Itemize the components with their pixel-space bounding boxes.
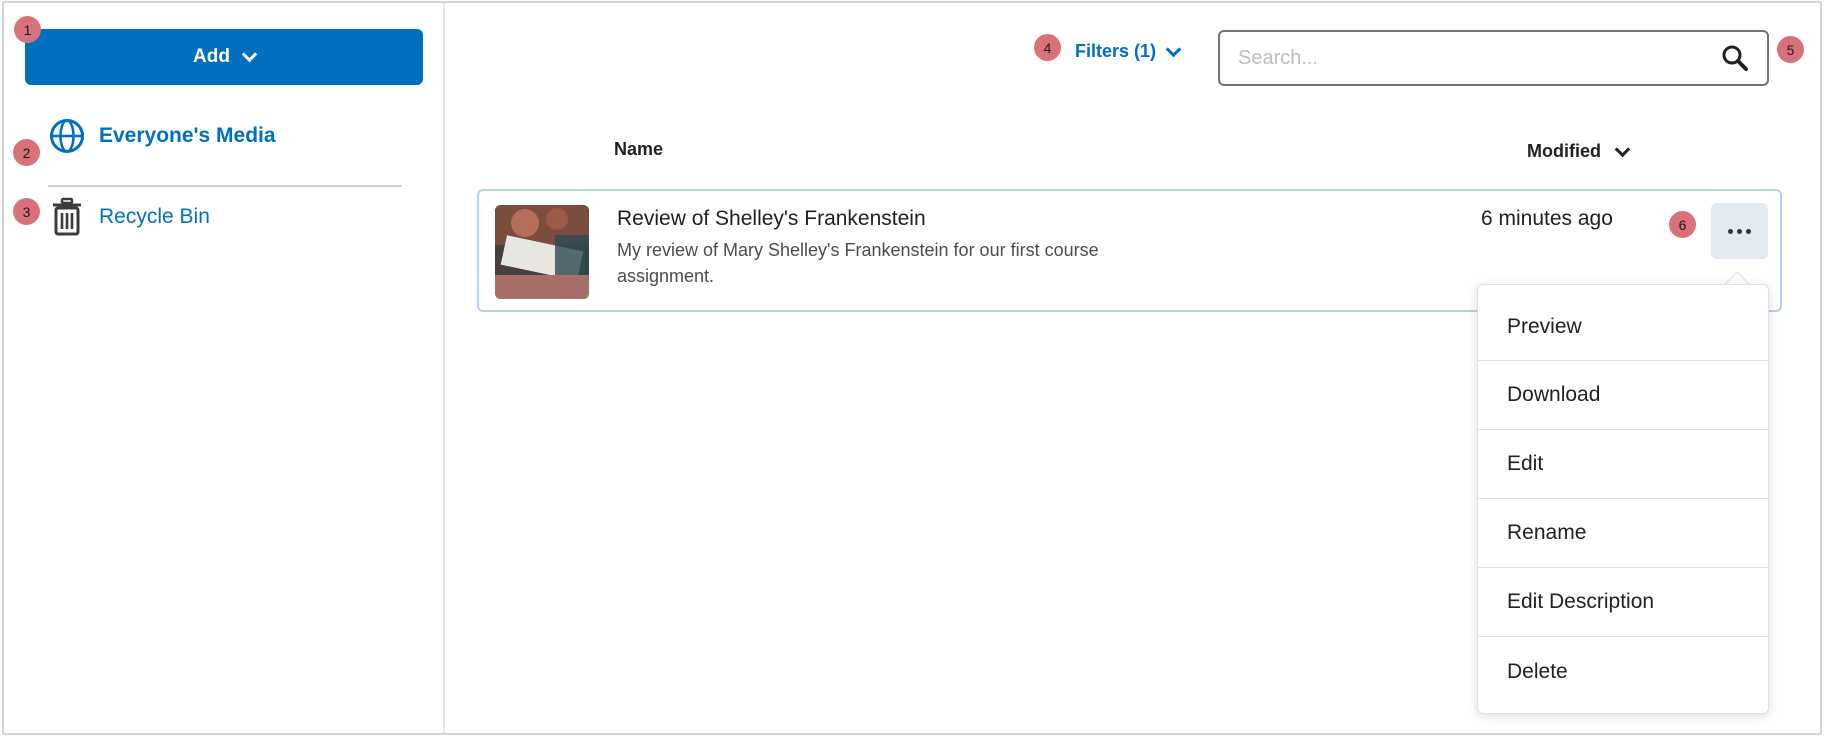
media-title[interactable]: Review of Shelley's Frankenstein xyxy=(617,207,926,231)
search-input[interactable] xyxy=(1238,46,1721,70)
sidebar-item-label: Recycle Bin xyxy=(99,205,210,228)
media-modified: 6 minutes ago xyxy=(1481,207,1613,230)
globe-icon xyxy=(50,119,84,153)
menu-item-rename[interactable]: Rename xyxy=(1478,499,1768,568)
sidebar-item-label: Everyone's Media xyxy=(99,124,276,147)
app-frame: Add Everyone's Media Recycle Bin Filters… xyxy=(2,1,1822,735)
callout-badge: 6 xyxy=(1669,211,1696,238)
search-icon[interactable] xyxy=(1721,44,1749,72)
filters-button[interactable]: Filters (1) xyxy=(1075,41,1182,62)
ellipsis-icon xyxy=(1728,228,1733,234)
trash-icon xyxy=(53,197,81,236)
column-header-modified[interactable]: Modified xyxy=(1527,141,1631,162)
context-menu: Preview Download Edit Rename Edit Descri… xyxy=(1477,284,1769,714)
menu-item-delete[interactable]: Delete xyxy=(1478,637,1768,706)
chevron-down-icon xyxy=(1165,41,1182,57)
callout-badge: 1 xyxy=(14,16,41,43)
media-description: My review of Mary Shelley's Frankenstein… xyxy=(617,240,1099,286)
sidebar-divider xyxy=(48,185,402,187)
filters-label: Filters (1) xyxy=(1075,41,1157,61)
menu-item-edit-description[interactable]: Edit Description xyxy=(1478,568,1768,637)
column-header-name[interactable]: Name xyxy=(614,139,663,160)
column-header-modified-label: Modified xyxy=(1527,141,1601,161)
chevron-down-icon xyxy=(1614,141,1631,157)
menu-item-edit[interactable]: Edit xyxy=(1478,430,1768,499)
sidebar: Add Everyone's Media Recycle Bin xyxy=(4,3,445,733)
callout-badge: 5 xyxy=(1777,36,1804,63)
sidebar-item-everyones-media[interactable]: Everyone's Media xyxy=(49,118,276,154)
chevron-down-icon xyxy=(241,46,258,63)
menu-item-preview[interactable]: Preview xyxy=(1478,293,1768,361)
search-box xyxy=(1218,30,1769,86)
more-options-button[interactable] xyxy=(1711,203,1768,259)
menu-item-download[interactable]: Download xyxy=(1478,361,1768,430)
callout-badge: 4 xyxy=(1034,34,1061,61)
sidebar-item-recycle-bin[interactable]: Recycle Bin xyxy=(49,197,210,237)
callout-badge: 2 xyxy=(13,139,40,166)
media-thumbnail xyxy=(495,205,589,299)
add-button[interactable]: Add xyxy=(25,29,423,85)
add-button-label: Add xyxy=(193,46,230,67)
callout-badge: 3 xyxy=(13,198,40,225)
